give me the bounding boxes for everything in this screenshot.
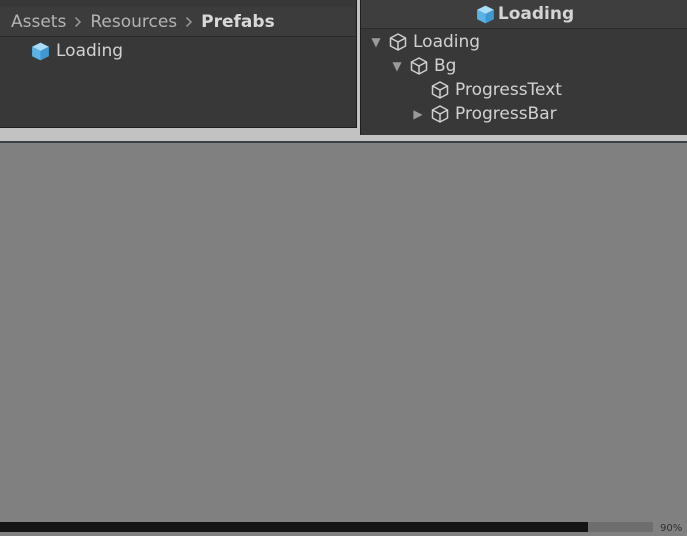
expand-arrow-icon[interactable]: ▼	[369, 35, 383, 49]
hierarchy-panel: Loading ▼ Loading ▼ Bg ProgressText ▶ Pr…	[360, 0, 687, 135]
expand-arrow-icon[interactable]: ▼	[390, 59, 404, 73]
prefab-cube-icon	[30, 41, 51, 62]
hierarchy-item-bg[interactable]: ▼ Bg	[390, 54, 456, 78]
gameobject-cube-icon	[430, 104, 450, 124]
prefab-cube-icon	[475, 4, 496, 25]
game-view	[0, 141, 687, 536]
hierarchy-item-progresstext[interactable]: ProgressText	[411, 78, 562, 102]
hierarchy-label: Loading	[413, 32, 481, 52]
hierarchy-item-progressbar[interactable]: ▶ ProgressBar	[411, 102, 557, 126]
breadcrumb-prefabs[interactable]: Prefabs	[201, 12, 275, 32]
hierarchy-item-loading[interactable]: ▼ Loading	[369, 30, 480, 54]
gameobject-cube-icon	[409, 56, 429, 76]
hierarchy-label: ProgressBar	[455, 104, 557, 124]
progress-text: 90%	[660, 523, 683, 534]
asset-label: Loading	[56, 41, 124, 61]
gameobject-cube-icon	[430, 80, 450, 100]
prefab-header: Loading	[361, 0, 687, 29]
progress-bar	[0, 522, 653, 532]
hierarchy-label: ProgressText	[455, 80, 562, 100]
breadcrumb: Assets Resources Prefabs	[0, 7, 355, 37]
hierarchy-label: Bg	[434, 56, 457, 76]
prefab-title: Loading	[497, 4, 575, 24]
chevron-right-icon	[185, 16, 193, 28]
chevron-right-icon	[74, 16, 82, 28]
breadcrumb-resources[interactable]: Resources	[90, 12, 177, 32]
asset-item-loading[interactable]: Loading	[30, 39, 123, 63]
gameobject-cube-icon	[388, 32, 408, 52]
collapse-arrow-icon[interactable]: ▶	[411, 107, 425, 121]
progress-fill	[0, 522, 588, 532]
project-panel: Assets Resources Prefabs Loading	[0, 0, 357, 128]
breadcrumb-assets[interactable]: Assets	[11, 12, 66, 32]
editor-window: Assets Resources Prefabs Loading Loading…	[0, 0, 687, 536]
